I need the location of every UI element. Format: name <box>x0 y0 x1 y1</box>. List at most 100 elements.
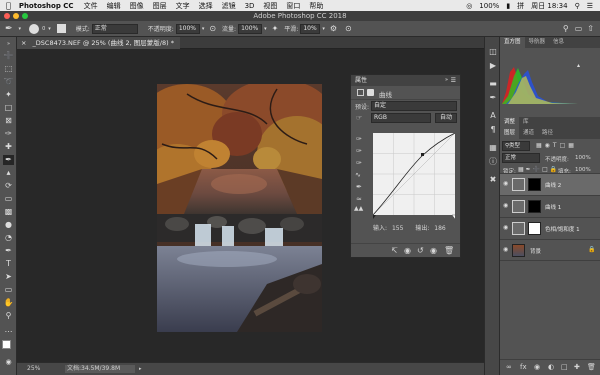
menu-window[interactable]: 窗口 <box>286 1 300 11</box>
layer-mask-icon[interactable] <box>367 89 374 96</box>
layer-row[interactable]: ◉ 色相/饱和度 1 <box>500 217 600 239</box>
collapse-panel-icon[interactable]: » <box>445 75 448 86</box>
auto-button[interactable]: 自动 <box>435 113 457 123</box>
panel-menu-icon[interactable]: ☰ <box>451 75 456 86</box>
menu-3d[interactable]: 3D <box>245 2 255 10</box>
pressure-size-icon[interactable]: ⊙ <box>345 24 352 33</box>
gradient-tool-icon[interactable]: ▩ <box>3 207 14 217</box>
menu-edit[interactable]: 编辑 <box>107 1 121 11</box>
smoothing-settings-icon[interactable]: ⚙ <box>330 24 337 33</box>
clock[interactable]: 周日 18:34 <box>531 1 567 11</box>
layer-filter-icons[interactable]: ▦◉T□▦ <box>536 142 577 149</box>
layer-name[interactable]: 背景 <box>530 247 541 255</box>
brush-picker-dropdown-icon[interactable]: ▾ <box>48 26 51 32</box>
toolbar-collapse-icon[interactable]: » <box>3 39 14 49</box>
apple-icon[interactable]:  <box>6 1 11 10</box>
app-menu[interactable]: Photoshop CC <box>19 2 74 10</box>
smoothing-dropdown-icon[interactable]: ▾ <box>322 26 325 32</box>
opacity-dropdown-icon[interactable]: ▾ <box>202 26 205 32</box>
properties-panel-icon[interactable]: ▦ <box>488 143 498 153</box>
more-tools-icon[interactable]: ⋯ <box>3 327 14 337</box>
eyedropper-tool-icon[interactable]: ✑ <box>3 129 14 139</box>
properties-header[interactable]: 属性 » ☰ <box>351 75 460 86</box>
menu-help[interactable]: 帮助 <box>309 1 323 11</box>
crop-tool-icon[interactable]: □ <box>3 103 14 113</box>
curves-adjustment-icon[interactable] <box>357 89 364 96</box>
dodge-tool-icon[interactable]: ◔ <box>3 233 14 243</box>
menu-file[interactable]: 文件 <box>84 1 98 11</box>
hand-tool-icon[interactable]: ✋ <box>3 298 14 308</box>
blur-tool-icon[interactable]: ● <box>3 220 14 230</box>
layer-name[interactable]: 色相/饱和度 1 <box>545 225 580 233</box>
tab-libraries[interactable]: 库 <box>519 117 533 128</box>
sample-gray-eyedropper-icon[interactable]: ✑ <box>356 147 362 155</box>
add-mask-icon[interactable]: ◉ <box>534 363 540 371</box>
smooth-curve-icon[interactable]: ≈ <box>356 195 362 203</box>
preset-select[interactable]: 自定 <box>371 101 457 111</box>
layer-name[interactable]: 曲线 2 <box>545 181 561 189</box>
type-tool-icon[interactable]: T <box>3 259 14 269</box>
clip-to-layer-icon[interactable]: ↸ <box>391 246 398 255</box>
channel-select[interactable]: RGB <box>371 113 431 123</box>
eraser-tool-icon[interactable]: ▭ <box>3 194 14 204</box>
frame-tool-icon[interactable]: ⊠ <box>3 116 14 126</box>
brush-settings-panel-icon[interactable]: ▬ <box>488 79 498 89</box>
panel-search-icon[interactable]: ⚲ <box>563 24 569 33</box>
opacity-input[interactable]: 100% <box>175 23 200 34</box>
minimize-window-button[interactable] <box>13 13 19 19</box>
pressure-opacity-icon[interactable]: ⊙ <box>209 24 216 33</box>
visibility-eye-icon[interactable]: ◉ <box>503 180 508 187</box>
blend-mode-select[interactable]: 正常 <box>91 23 138 34</box>
battery-icon[interactable]: ▮ <box>506 2 510 10</box>
layer-row[interactable]: ◉ 曲线 2 <box>500 173 600 195</box>
smoothing-input[interactable]: 10% <box>300 23 321 34</box>
marquee-tool-icon[interactable]: ⬚ <box>3 64 14 74</box>
actions-icon[interactable]: ▶ <box>488 61 498 71</box>
zoom-tool-icon[interactable]: ⚲ <box>3 311 14 321</box>
layer-mask-thumb[interactable] <box>528 200 541 213</box>
history-icon[interactable]: ◫ <box>488 47 498 57</box>
lasso-tool-icon[interactable]: ➰ <box>3 77 14 87</box>
tab-adjustments[interactable]: 调整 <box>500 117 520 128</box>
sample-white-eyedropper-icon[interactable]: ✑ <box>356 159 362 167</box>
info-icon[interactable]: ⓘ <box>488 157 498 167</box>
delete-layer-icon[interactable]: 🗑 <box>587 363 596 371</box>
edit-points-icon[interactable]: ∿ <box>355 171 361 179</box>
tools-settings-icon[interactable]: ✖ <box>488 175 498 185</box>
healing-brush-tool-icon[interactable]: ✚ <box>3 142 14 152</box>
move-tool-icon[interactable]: ➕ <box>3 51 14 61</box>
paragraph-icon[interactable]: ¶ <box>488 125 498 135</box>
menu-layer[interactable]: 图层 <box>153 1 167 11</box>
delete-adjustment-icon[interactable]: 🗑 <box>444 246 454 255</box>
history-brush-tool-icon[interactable]: ⟳ <box>3 181 14 191</box>
tab-histogram[interactable]: 直方图 <box>500 37 525 48</box>
search-icon[interactable]: ⚲ <box>575 2 580 10</box>
visibility-eye-icon[interactable]: ◉ <box>503 224 508 231</box>
tab-channels[interactable]: 通道 <box>519 128 538 139</box>
pen-tool-icon[interactable]: ✒ <box>3 246 14 256</box>
foreground-color-swatch[interactable] <box>2 340 11 349</box>
histogram-menu-icon[interactable]: ▴ <box>577 62 580 69</box>
brush-tool-icon[interactable]: ✒ <box>5 24 13 34</box>
on-image-adjust-icon[interactable]: ☞ <box>356 114 362 122</box>
share-icon[interactable]: ⇧ <box>587 24 594 33</box>
brush-settings-icon[interactable] <box>56 24 66 33</box>
lock-icons[interactable]: ▦✒➕□🔒 <box>518 166 559 173</box>
layer-blend-select[interactable]: 正常 <box>502 153 540 163</box>
menu-filter[interactable]: 滤镜 <box>222 1 236 11</box>
new-group-icon[interactable]: □ <box>561 363 568 371</box>
toggle-visibility-icon[interactable]: ◉ <box>430 246 437 255</box>
close-window-button[interactable] <box>4 13 10 19</box>
flow-input[interactable]: 100% <box>238 23 263 34</box>
view-previous-state-icon[interactable]: ◉ <box>404 246 411 255</box>
draw-curve-icon[interactable]: ✒ <box>356 183 362 191</box>
status-menu-arrow-icon[interactable]: ▸ <box>139 363 142 375</box>
sample-black-eyedropper-icon[interactable]: ✑ <box>356 135 362 143</box>
tab-paths[interactable]: 路径 <box>538 128 557 139</box>
zoom-window-button[interactable] <box>22 13 28 19</box>
character-icon[interactable]: A <box>488 111 498 121</box>
shape-tool-icon[interactable]: ▭ <box>3 285 14 295</box>
menu-image[interactable]: 图像 <box>130 1 144 11</box>
layer-kind-filter[interactable]: ⚲类型 <box>502 141 530 151</box>
layer-mask-thumb[interactable] <box>528 178 541 191</box>
